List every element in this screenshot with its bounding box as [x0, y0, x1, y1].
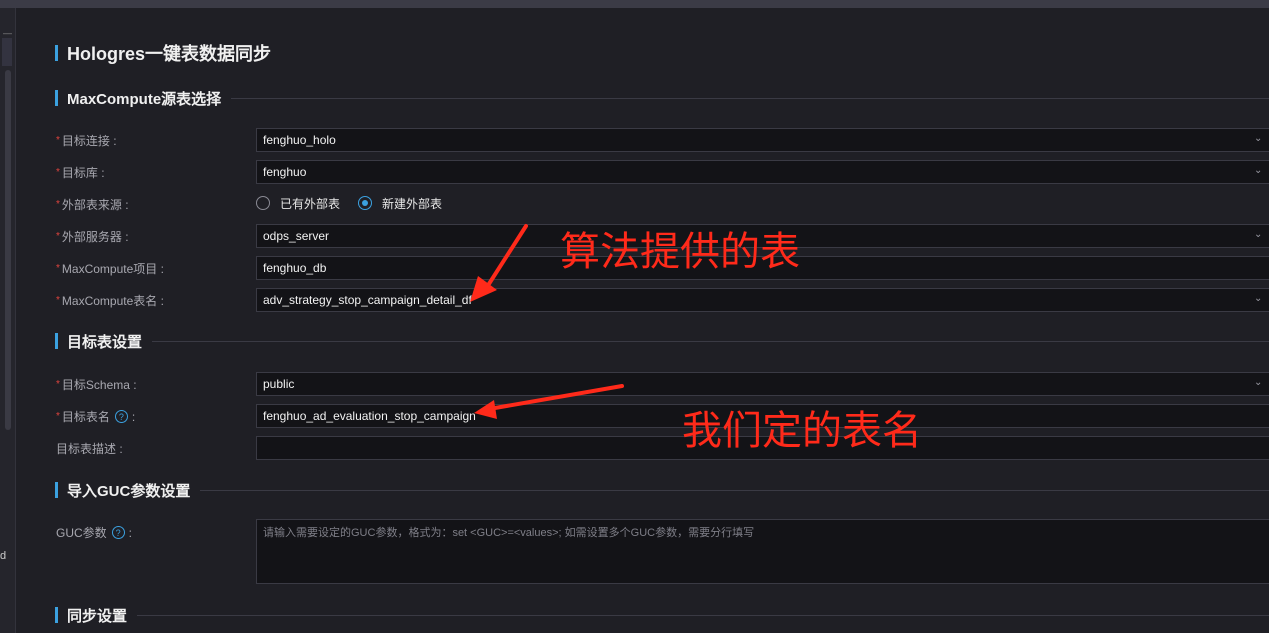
annotation-algo-table: 算法提供的表 [560, 229, 800, 275]
annotation-our-table: 我们定的表名 [682, 408, 922, 454]
arrow-to-target-table [474, 384, 624, 419]
arrow-to-mc-table [470, 224, 528, 302]
annotation-arrows [470, 224, 624, 419]
